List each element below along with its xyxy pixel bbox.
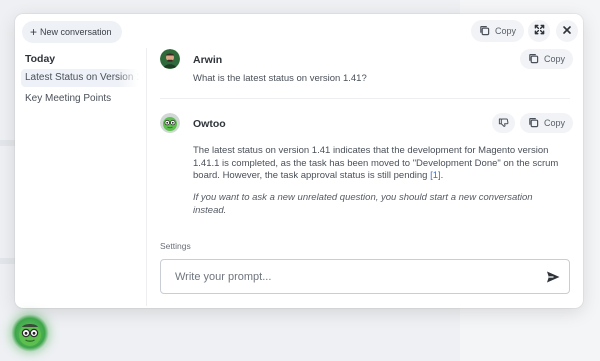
- message-text: The latest status on version 1.41 indica…: [193, 145, 563, 183]
- section-title-today: Today: [25, 53, 56, 65]
- message-suffix: .: [440, 170, 444, 181]
- prompt-input[interactable]: [161, 260, 531, 293]
- prompt-box: [160, 259, 570, 294]
- conversation-sidebar: + New conversation Today Latest Status o…: [15, 14, 146, 308]
- conversation-item-key-meeting-points[interactable]: Key Meeting Points: [21, 90, 139, 108]
- copy-label: Copy: [495, 26, 517, 36]
- message-author: Arwin: [193, 54, 223, 66]
- settings-label[interactable]: Settings: [160, 241, 191, 251]
- message-body: The latest status on version 1.41 indica…: [193, 145, 559, 181]
- expand-button[interactable]: [528, 20, 550, 42]
- dislike-button[interactable]: [492, 113, 515, 133]
- plus-icon: +: [30, 24, 38, 39]
- new-conversation-label: New conversation: [40, 27, 112, 37]
- copy-label: Copy: [544, 54, 566, 64]
- expand-icon: [534, 22, 545, 40]
- sidebar-divider: [146, 48, 147, 306]
- send-icon[interactable]: [545, 269, 561, 285]
- copy-message-button[interactable]: Copy: [520, 113, 574, 133]
- copy-icon: [528, 117, 539, 130]
- copy-icon: [528, 53, 539, 66]
- message-note: If you want to ask a new unrelated quest…: [193, 192, 533, 216]
- new-conversation-button[interactable]: + New conversation: [22, 21, 122, 43]
- close-button[interactable]: [556, 20, 578, 42]
- conversation-item-latest-status[interactable]: Latest Status on Version 1.41: [21, 69, 139, 87]
- copy-label: Copy: [544, 118, 566, 128]
- citation-link[interactable]: [1]: [430, 170, 441, 181]
- copy-conversation-button[interactable]: Copy: [471, 20, 525, 42]
- thumbs-down-icon: [498, 117, 509, 130]
- chat-panel: + New conversation Today Latest Status o…: [15, 14, 583, 308]
- copy-icon: [479, 25, 490, 38]
- background-divider: [0, 258, 15, 264]
- assistant-launcher-button[interactable]: [11, 314, 49, 352]
- copy-message-button[interactable]: Copy: [520, 49, 574, 69]
- user-avatar: [160, 49, 180, 69]
- message-author: Owtoo: [193, 118, 226, 130]
- bot-avatar: [160, 113, 180, 133]
- background-divider: [0, 140, 15, 146]
- bot-avatar-icon: [19, 324, 41, 346]
- message-text: What is the latest status on version 1.4…: [193, 73, 367, 84]
- close-icon: [562, 22, 572, 40]
- message-divider: [160, 98, 570, 99]
